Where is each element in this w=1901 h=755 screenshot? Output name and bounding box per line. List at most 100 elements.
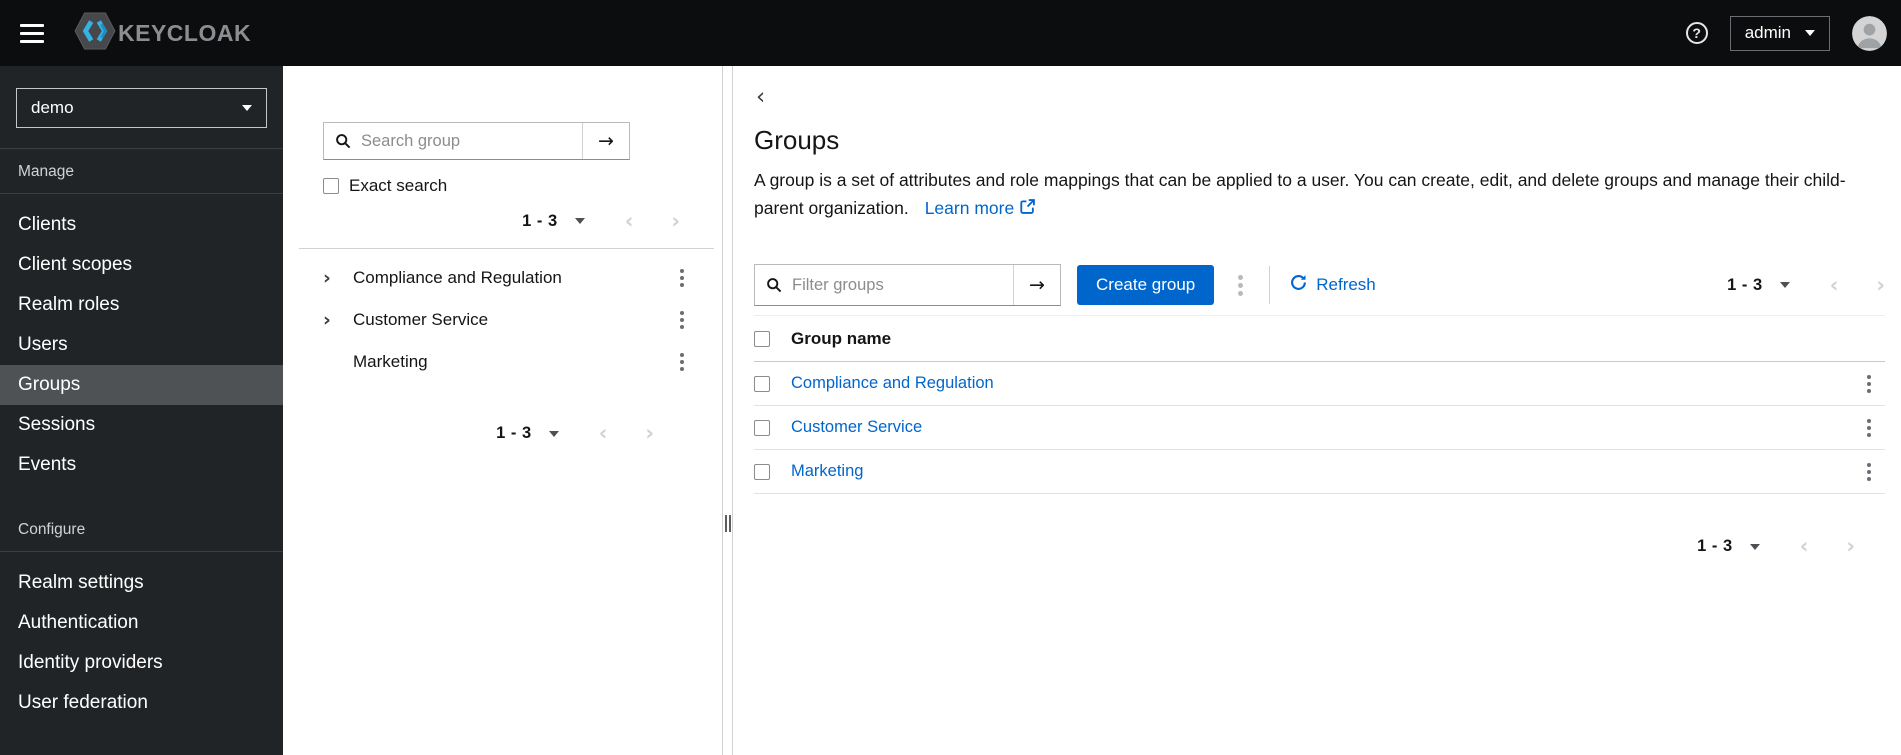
next-page-button[interactable]: ›	[645, 423, 654, 444]
search-icon	[755, 265, 782, 305]
group-link[interactable]: Compliance and Regulation	[791, 374, 994, 393]
next-page-button[interactable]: ›	[671, 210, 680, 232]
sidebar-item-sessions[interactable]: Sessions	[0, 405, 283, 445]
sidebar-item-authentication[interactable]: Authentication	[0, 603, 283, 643]
exact-search-control: Exact search	[323, 176, 690, 196]
kebab-menu-icon[interactable]	[1861, 371, 1877, 397]
sidebar-item-user-federation[interactable]: User federation	[0, 683, 283, 723]
caret-down-icon	[574, 218, 585, 224]
prev-page-button[interactable]: ‹	[1800, 536, 1809, 557]
filter-groups-box: →	[754, 264, 1061, 306]
page-title: Groups	[754, 125, 840, 155]
search-submit-button[interactable]: →	[582, 123, 629, 159]
realm-selector[interactable]: demo	[16, 88, 267, 128]
page-description: A group is a set of attributes and role …	[754, 166, 1864, 222]
tree-item-compliance-and-regulation[interactable]: › Compliance and Regulation	[323, 257, 690, 299]
exact-search-label: Exact search	[349, 176, 448, 195]
tree-item-customer-service[interactable]: › Customer Service	[323, 299, 690, 341]
prev-page-button[interactable]: ‹	[1830, 274, 1839, 296]
sidebar-item-realm-settings[interactable]: Realm settings	[0, 563, 283, 603]
nav-section-configure: Configure	[18, 521, 86, 538]
table-row: Customer Service	[754, 406, 1885, 450]
groups-tree: › Compliance and Regulation › Customer S…	[323, 257, 690, 383]
refresh-button[interactable]: Refresh	[1290, 274, 1376, 296]
row-checkbox[interactable]	[754, 375, 770, 392]
groups-toolbar: → Create group Refresh 1 - 3 ‹ ›	[754, 264, 1885, 316]
sidebar-item-client-scopes[interactable]: Client scopes	[0, 245, 283, 285]
per-page-menu-toggle[interactable]	[1749, 543, 1760, 550]
external-link-icon	[1020, 194, 1036, 222]
column-header-group-name: Group name	[791, 328, 892, 348]
filter-groups-input[interactable]	[782, 265, 1013, 305]
next-page-button[interactable]: ›	[1876, 274, 1885, 296]
panel-resizer[interactable]	[724, 66, 733, 755]
table-row: Compliance and Regulation	[754, 362, 1885, 406]
table-pagination-top: 1 - 3 ‹ ›	[1727, 274, 1885, 296]
kebab-menu-icon[interactable]	[674, 349, 690, 375]
search-group-input[interactable]	[351, 123, 582, 159]
collapse-drawer-icon[interactable]: ‹	[756, 86, 765, 109]
create-group-button[interactable]: Create group	[1077, 265, 1215, 305]
brand-text: KEYCLOAK	[118, 19, 252, 46]
tree-pagination-bottom: 1 - 3 ‹ ›	[323, 423, 690, 444]
select-all-checkbox[interactable]	[754, 330, 770, 347]
sidebar-item-realm-roles[interactable]: Realm roles	[0, 285, 283, 325]
menu-icon[interactable]	[20, 23, 44, 43]
search-icon	[324, 123, 351, 159]
sidebar-item-groups[interactable]: Groups	[0, 365, 283, 405]
divider	[0, 551, 283, 552]
pagination-range: 1 - 3	[496, 424, 532, 442]
sidebar-item-events[interactable]: Events	[0, 445, 283, 485]
groups-main-panel: ‹ Groups A group is a set of attributes …	[734, 66, 1901, 755]
expand-chevron-icon[interactable]: ›	[323, 267, 353, 289]
kebab-menu-icon[interactable]	[674, 307, 690, 333]
prev-page-button[interactable]: ‹	[599, 423, 608, 444]
username: admin	[1744, 23, 1791, 42]
masthead: KEYCLOAK ? admin	[0, 0, 1901, 66]
sidebar: demo Manage Clients Client scopes Realm …	[0, 66, 283, 755]
user-menu-dropdown[interactable]: admin	[1729, 15, 1830, 51]
row-checkbox[interactable]	[754, 463, 770, 480]
pagination-range: 1 - 3	[1697, 537, 1733, 555]
divider	[299, 248, 714, 249]
per-page-menu-toggle[interactable]	[1779, 282, 1790, 288]
pagination-range: 1 - 3	[522, 211, 558, 230]
group-link[interactable]: Customer Service	[791, 418, 922, 437]
filter-submit-button[interactable]: →	[1013, 265, 1060, 305]
per-page-menu-toggle[interactable]	[574, 218, 585, 224]
next-page-button[interactable]: ›	[1846, 536, 1855, 557]
sidebar-item-users[interactable]: Users	[0, 325, 283, 365]
help-icon[interactable]: ?	[1685, 22, 1708, 44]
keycloak-logo: KEYCLOAK	[74, 11, 252, 55]
divider	[0, 193, 283, 194]
expand-chevron-icon[interactable]: ›	[323, 309, 353, 331]
exact-search-checkbox[interactable]	[323, 178, 339, 194]
resizer-grip-icon	[725, 515, 731, 532]
toolbar-kebab-icon[interactable]	[1232, 271, 1249, 300]
kebab-menu-icon[interactable]	[1861, 459, 1877, 485]
learn-more-link[interactable]: Learn more	[925, 194, 1036, 222]
group-link[interactable]: Marketing	[791, 462, 863, 481]
table-row: Marketing	[754, 450, 1885, 494]
nav-section-manage: Manage	[18, 163, 75, 180]
keycloak-hexagon-icon	[74, 11, 116, 55]
tree-item-marketing[interactable]: Marketing	[323, 341, 690, 383]
group-search-box: →	[323, 122, 630, 160]
kebab-menu-icon[interactable]	[674, 265, 690, 291]
sidebar-item-identity-providers[interactable]: Identity providers	[0, 643, 283, 683]
refresh-icon	[1290, 274, 1307, 296]
divider	[1269, 266, 1271, 304]
kebab-menu-icon[interactable]	[1861, 415, 1877, 441]
groups-table: Group name Compliance and Regulation Cus…	[754, 316, 1885, 494]
sidebar-item-clients[interactable]: Clients	[0, 205, 283, 245]
per-page-menu-toggle[interactable]	[548, 430, 559, 437]
realm-name: demo	[31, 98, 74, 117]
prev-page-button[interactable]: ‹	[625, 210, 634, 232]
caret-down-icon	[1749, 543, 1760, 550]
tree-pagination-top: 1 - 3 ‹ ›	[323, 206, 690, 236]
row-checkbox[interactable]	[754, 419, 770, 436]
table-header-row: Group name	[754, 316, 1885, 362]
pagination-range: 1 - 3	[1727, 275, 1763, 294]
groups-tree-panel: → Exact search 1 - 3 ‹ › › Compliance an…	[283, 66, 723, 755]
avatar[interactable]	[1852, 15, 1887, 51]
